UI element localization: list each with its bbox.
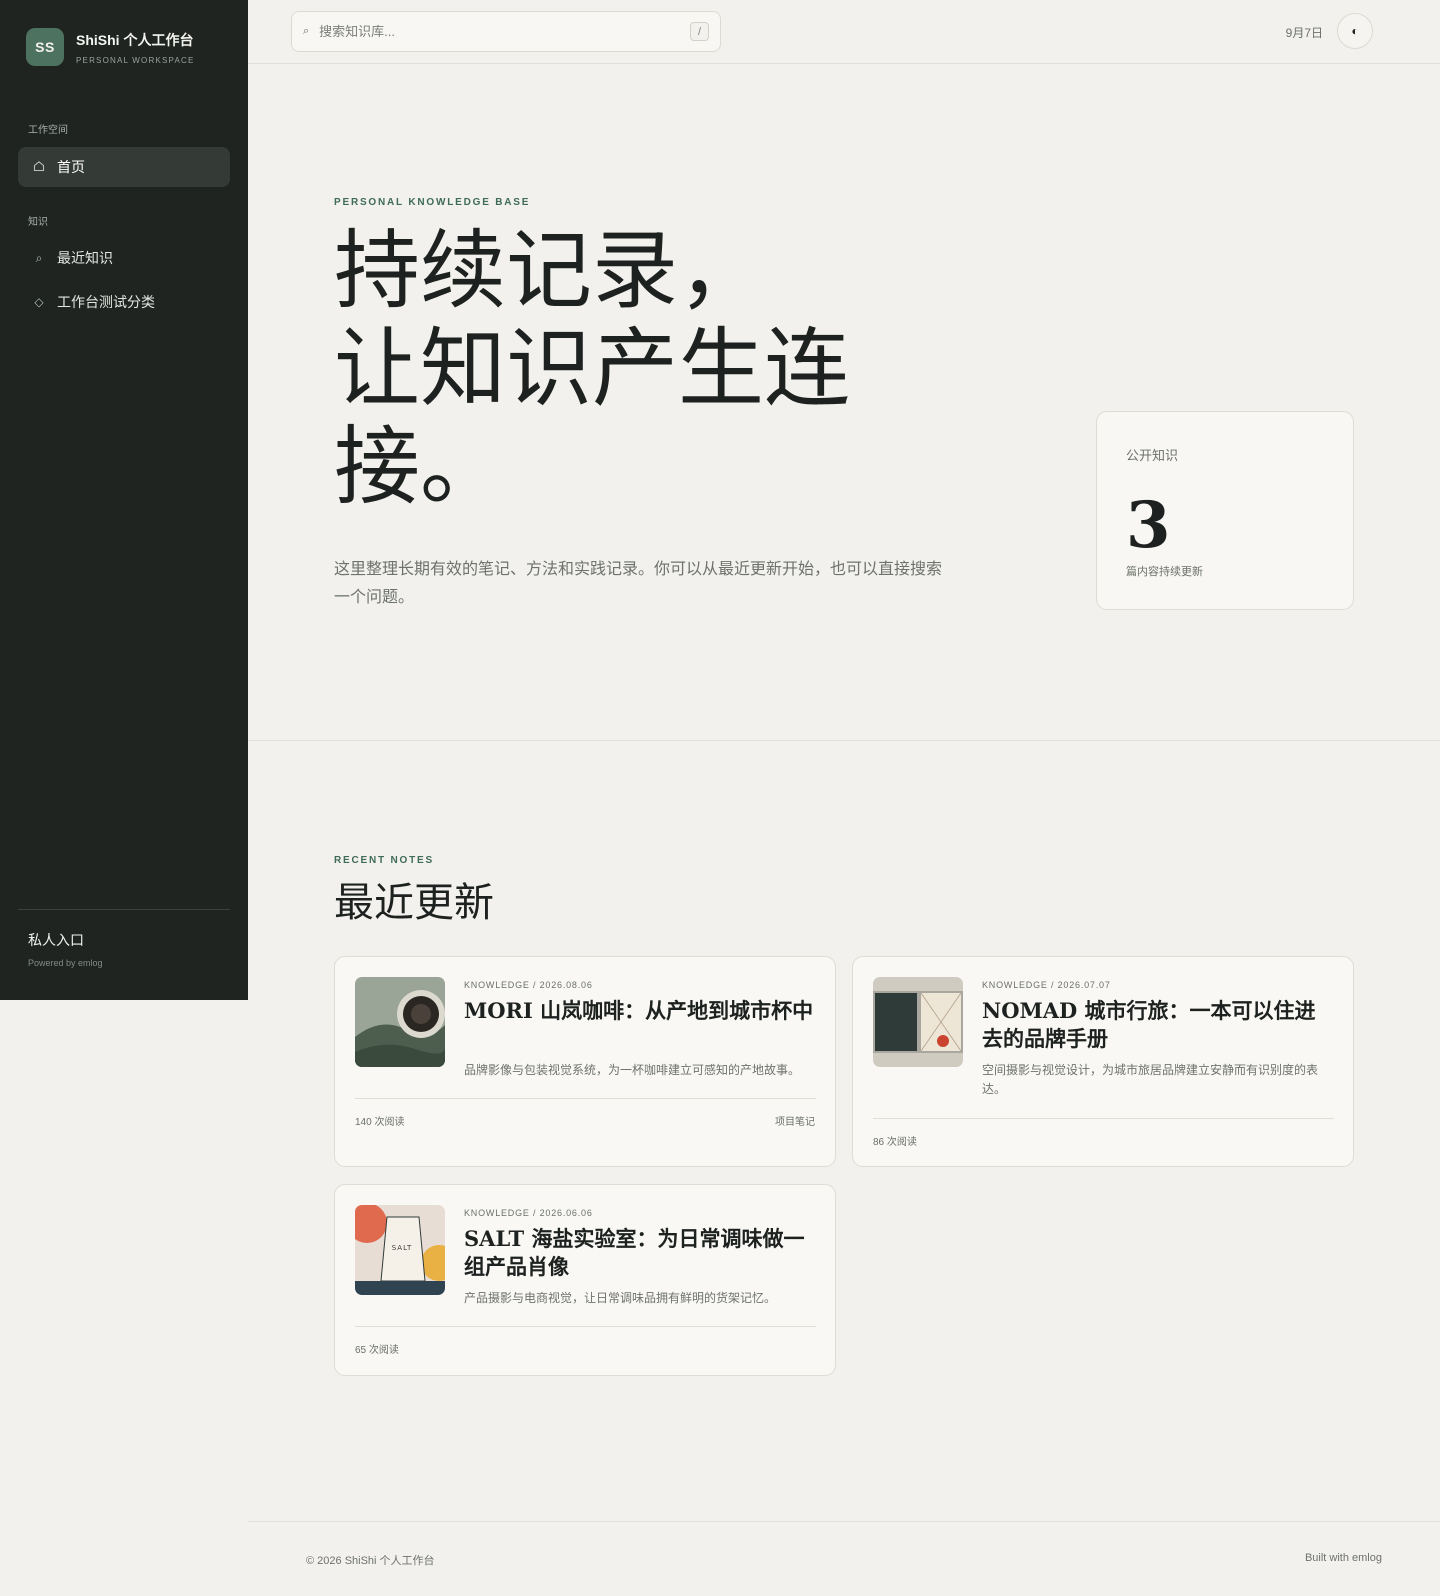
stat-value: 3 [1126, 488, 1171, 563]
footer-divider [248, 1521, 1440, 1522]
date-label: 9月7日 [1285, 26, 1323, 40]
card-meta: KNOWLEDGE / 2026.06.06 [464, 1208, 593, 1218]
hero-title-line: 持续记录， [334, 221, 764, 321]
search-icon: ⌕ [303, 25, 310, 37]
card-description: 空间摄影与视觉设计，为城市旅居品牌建立安静而有识别度的表达。 [982, 1063, 1319, 1096]
sidebar-divider [18, 909, 230, 910]
nav-group-label-knowledge: 知识 [28, 217, 48, 228]
sidebar-item-label: 工作台测试分类 [57, 294, 155, 310]
brand-logo[interactable]: SS [26, 28, 64, 66]
card-title[interactable]: NOMAD 城市行旅：一本可以住进去的品牌手册 [982, 997, 1334, 1053]
sidebar-item-recent-knowledge[interactable]: ⌕ 最近知识 [18, 238, 230, 278]
recent-eyebrow: RECENT NOTES [334, 855, 434, 866]
card-divider [355, 1098, 816, 1099]
sidebar: SS ShiShi 个人工作台 PERSONAL WORKSPACE 工作空间 … [0, 0, 248, 1000]
sidebar-item-label: 首页 [57, 159, 85, 175]
card-description: 品牌影像与包装视觉系统，为一杯咖啡建立可感知的产地故事。 [464, 1063, 801, 1077]
sidebar-item-label: 最近知识 [57, 250, 113, 266]
stat-card: 公开知识 3 篇内容持续更新 [1096, 411, 1354, 610]
stat-label: 公开知识 [1126, 448, 1179, 463]
note-card[interactable]: KNOWLEDGE / 2026.07.07 NOMAD 城市行旅：一本可以住进… [852, 956, 1354, 1167]
recent-title: 最近更新 [334, 880, 494, 926]
powered-by[interactable]: Powered by emlog [28, 958, 103, 968]
search-box[interactable]: ⌕ / [291, 11, 721, 52]
stat-caption: 篇内容持续更新 [1126, 566, 1203, 578]
brand[interactable]: SS ShiShi 个人工作台 PERSONAL WORKSPACE [26, 28, 195, 66]
card-views: 65 次阅读 [355, 1345, 399, 1356]
sidebar-item-home[interactable]: 首页 [18, 147, 230, 187]
contrast-icon: ◐ [1351, 24, 1359, 38]
thumb-label: SALT [392, 1244, 413, 1252]
diamond-icon: ◇ [34, 295, 44, 309]
card-meta: KNOWLEDGE / 2026.07.07 [982, 980, 1111, 990]
hero-description: 这里整理长期有效的笔记、方法和实践记录。你可以从最近更新开始，也可以直接搜索一个… [334, 561, 943, 606]
hero-title: 持续记录， 让知识产生连 接。 [334, 222, 974, 516]
thumbnail-image[interactable]: SALT [355, 1205, 445, 1295]
card-title[interactable]: SALT 海盐实验室：为日常调味做一组产品肖像 [464, 1225, 816, 1281]
card-category[interactable]: 项目笔记 [775, 1113, 815, 1128]
card-title[interactable]: MORI 山岚咖啡：从产地到城市杯中 [464, 997, 816, 1025]
private-entry-link[interactable]: 私人入口 [28, 930, 84, 950]
shortcut-key: / [690, 22, 709, 41]
nav-group-label-workspace: 工作空间 [28, 125, 68, 136]
home-icon [32, 160, 46, 175]
card-description: 产品摄影与电商视觉，让日常调味品拥有鲜明的货架记忆。 [464, 1291, 777, 1305]
card-views: 140 次阅读 [355, 1117, 405, 1128]
topbar: ⌕ / 9月7日 ◐ [248, 0, 1440, 64]
card-divider [355, 1326, 816, 1327]
theme-toggle-button[interactable]: ◐ [1337, 13, 1373, 49]
footer-built-with[interactable]: Built with emlog [1305, 1552, 1382, 1564]
footer-copyright: © 2026 ShiShi 个人工作台 [306, 1555, 435, 1567]
hero-title-line: 让知识产生连 [334, 319, 850, 419]
note-card[interactable]: SALT KNOWLEDGE / 2026.06.06 SALT 海盐实验室：为… [334, 1184, 836, 1376]
search-input[interactable] [319, 24, 690, 39]
search-icon: ⌕ [35, 250, 43, 265]
section-divider [248, 740, 1440, 741]
card-meta: KNOWLEDGE / 2026.08.06 [464, 980, 593, 990]
brand-title[interactable]: ShiShi 个人工作台 [76, 30, 195, 50]
brand-subtitle: PERSONAL WORKSPACE [76, 55, 195, 65]
card-views: 86 次阅读 [873, 1137, 917, 1148]
sidebar-item-test-category[interactable]: ◇ 工作台测试分类 [18, 282, 230, 322]
card-divider [873, 1118, 1334, 1119]
hero-title-line: 接。 [334, 417, 506, 517]
note-card[interactable]: KNOWLEDGE / 2026.08.06 MORI 山岚咖啡：从产地到城市杯… [334, 956, 836, 1167]
hero-eyebrow: PERSONAL KNOWLEDGE BASE [334, 197, 531, 208]
thumbnail-image[interactable] [355, 977, 445, 1067]
thumbnail-image[interactable] [873, 977, 963, 1067]
